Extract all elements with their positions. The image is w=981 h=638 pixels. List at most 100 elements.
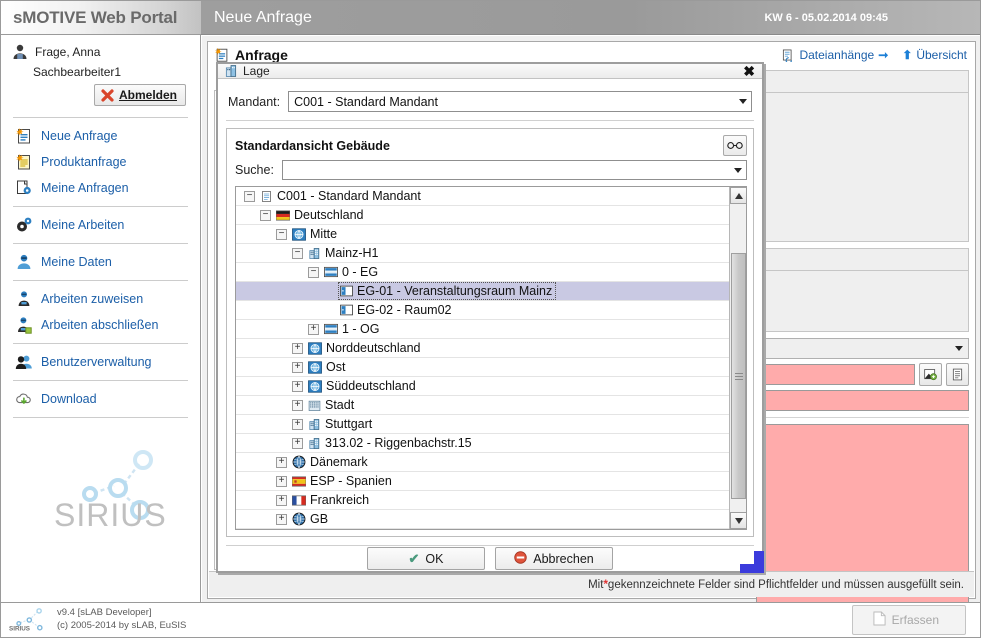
user-avatar-icon — [11, 43, 29, 61]
sidebar-item-meine-daten[interactable]: Meine Daten — [1, 249, 200, 275]
svg-text:SIRIUS: SIRIUS — [54, 497, 166, 533]
tree-node[interactable]: +313.02 - Riggenbachstr.15 — [236, 434, 729, 453]
tree-node[interactable]: + Norddeutschland — [236, 339, 729, 358]
tree-node-content: Stuttgart — [307, 416, 375, 432]
tree-node[interactable]: − Deutschland — [236, 206, 729, 225]
required-note-prefix: Mit — [588, 578, 604, 591]
tree-node[interactable]: + Frankreich — [236, 491, 729, 510]
sidebar-item-download[interactable]: Download — [1, 386, 200, 412]
dialog-titlebar[interactable]: Lage ✖ — [218, 64, 762, 79]
dialog-resize-handle[interactable] — [740, 551, 764, 573]
expand-icon[interactable]: + — [292, 399, 303, 411]
collapse-icon[interactable]: − — [292, 247, 303, 259]
overview-link[interactable]: ⬆ Übersicht — [902, 48, 967, 62]
globe-blue-icon — [308, 341, 322, 355]
dialog-body: Mandant: C001 - Standard Mandant Standar… — [218, 79, 762, 545]
cancel-button[interactable]: Abbrechen — [495, 547, 613, 570]
tree-node[interactable]: − C001 - Standard Mandant — [236, 187, 729, 206]
submit-button[interactable]: Erfassen — [851, 605, 966, 635]
document-icon — [873, 611, 886, 629]
right-select-row — [756, 338, 969, 359]
sidebar-divider — [13, 380, 188, 381]
tree-node[interactable]: + ESP - Spanien — [236, 472, 729, 491]
document-icon — [260, 190, 273, 203]
tree-node-content: EG-02 - Raum02 — [339, 302, 454, 318]
tree-node-content: Ost — [307, 359, 348, 375]
picker-button[interactable] — [919, 363, 942, 386]
attachments-link[interactable]: Dateianhänge ➞ — [781, 48, 888, 64]
submit-label: Erfassen — [891, 613, 939, 627]
flag-es-icon — [292, 475, 306, 487]
tree-node[interactable]: +1 - OG — [236, 320, 729, 339]
expand-icon[interactable]: + — [276, 456, 287, 468]
sidebar-item-meine-arbeiten[interactable]: Meine Arbeiten — [1, 212, 200, 238]
expand-icon[interactable]: + — [276, 513, 287, 525]
collapse-icon[interactable]: − — [308, 266, 319, 278]
list-button[interactable] — [946, 363, 969, 386]
expand-icon[interactable]: + — [308, 323, 319, 335]
tree-node[interactable]: + Stuttgart — [236, 415, 729, 434]
tree-node[interactable]: EG-02 - Raum02 — [236, 301, 729, 320]
tree-node[interactable]: − 0 - EG — [236, 263, 729, 282]
close-icon[interactable]: ✖ — [740, 64, 758, 78]
tree-node-label: 313.02 - Riggenbachstr.15 — [325, 436, 472, 450]
sidebar-item-neue-anfrage[interactable]: Neue Anfrage — [1, 123, 200, 149]
check-icon: ✔ — [408, 550, 420, 566]
tree-node-content: Mainz-H1 — [307, 245, 382, 261]
collapse-icon[interactable]: − — [276, 228, 287, 240]
tree-node[interactable]: − Mitte — [236, 225, 729, 244]
top-bar: sMOTIVE Web Portal Neue Anfrage KW 6 - 0… — [1, 1, 980, 35]
tree-node[interactable]: + Stadt — [236, 396, 729, 415]
sidebar-nav: Neue Anfrage Produktanfrage Meine Anfrag… — [1, 123, 200, 418]
mandant-select[interactable]: C001 - Standard Mandant — [288, 91, 752, 112]
tree-node[interactable]: − Mainz-H1 — [236, 244, 729, 263]
tree-node[interactable]: EG-01 - Veranstaltungsraum Mainz — [236, 282, 729, 301]
expand-icon[interactable]: + — [292, 418, 303, 430]
flag-fr-icon — [292, 494, 306, 506]
expand-icon[interactable]: + — [276, 494, 287, 506]
sidebar-divider — [13, 243, 188, 244]
tree-node-content: EG-01 - Veranstaltungsraum Mainz — [337, 282, 557, 300]
sidebar-item-arbeiten-zuweisen[interactable]: Arbeiten zuweisen — [1, 286, 200, 312]
scroll-down-button[interactable] — [730, 512, 746, 529]
collapse-icon[interactable]: − — [244, 190, 255, 202]
tree-vertical-scrollbar[interactable] — [729, 187, 746, 529]
tree-node-label: EG-01 - Veranstaltungsraum Mainz — [357, 284, 553, 298]
tree-node[interactable]: + Süddeutschland — [236, 377, 729, 396]
chevron-down-icon — [734, 167, 742, 173]
sidebar-item-label: Download — [41, 392, 97, 406]
tree-node[interactable]: + Ost — [236, 358, 729, 377]
tree-node-label: Dänemark — [310, 455, 368, 469]
scroll-up-button[interactable] — [730, 187, 746, 204]
required-note-suffix: gekennzeichnete Felder sind Pflichtfelde… — [607, 578, 964, 591]
ok-button[interactable]: ✔ OK — [367, 547, 485, 570]
cancel-label: Abbrechen — [533, 551, 594, 566]
expand-icon[interactable]: + — [292, 380, 303, 392]
required-wide-input[interactable] — [756, 390, 969, 411]
users-icon — [15, 353, 33, 371]
tree-node-content: 313.02 - Riggenbachstr.15 — [307, 435, 475, 451]
sidebar-item-meine-anfragen[interactable]: Meine Anfragen — [1, 175, 200, 201]
required-text-input[interactable] — [756, 364, 915, 385]
category-select[interactable] — [756, 338, 969, 359]
expand-icon[interactable]: + — [276, 475, 287, 487]
search-input[interactable] — [281, 160, 747, 180]
tree-node[interactable]: + GB — [236, 510, 729, 529]
sidebar-item-arbeiten-abschliessen[interactable]: Arbeiten abschließen — [1, 312, 200, 338]
sidebar-item-produktanfrage[interactable]: Produktanfrage — [1, 149, 200, 175]
sidebar-divider — [13, 117, 188, 118]
logout-button[interactable]: Abmelden — [93, 84, 186, 106]
collapse-icon[interactable]: − — [260, 209, 271, 221]
tree-node[interactable]: + Dänemark — [236, 453, 729, 472]
sidebar-item-benutzerverwaltung[interactable]: Benutzerverwaltung — [1, 349, 200, 375]
tree-node-content: Süddeutschland — [307, 378, 419, 394]
binoculars-icon[interactable] — [723, 135, 747, 156]
mandant-row: Mandant: C001 - Standard Mandant — [226, 87, 754, 120]
expand-icon[interactable]: + — [292, 361, 303, 373]
scrollbar-thumb[interactable] — [731, 253, 746, 499]
logout-label: Abmelden — [118, 88, 177, 102]
expand-icon[interactable]: + — [292, 342, 303, 354]
tree-header: Standardansicht Gebäude — [227, 129, 753, 160]
expand-icon[interactable]: + — [292, 437, 303, 449]
